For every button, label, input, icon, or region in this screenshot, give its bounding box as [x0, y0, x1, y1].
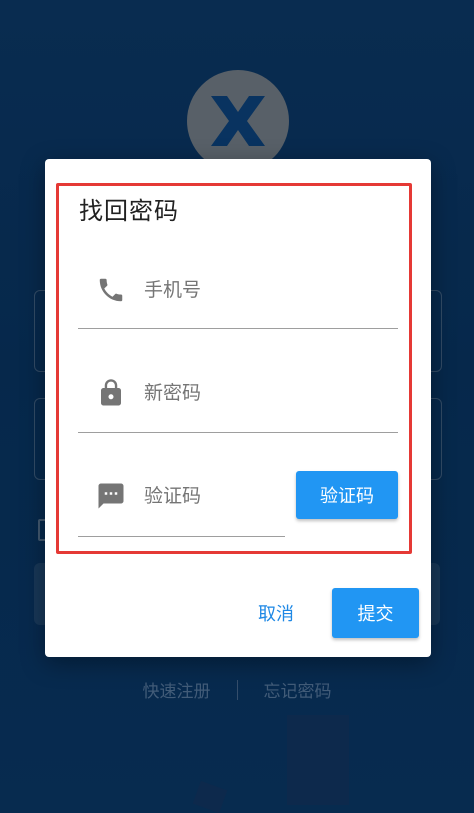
reset-password-dialog: 找回密码 手机号 新密码 验证码 验证码 取消 提交 — [45, 159, 431, 657]
code-placeholder: 验证码 — [144, 485, 202, 507]
phone-icon — [96, 275, 126, 305]
field-underline — [78, 536, 285, 537]
submit-button[interactable]: 提交 — [332, 588, 419, 638]
field-underline — [78, 328, 398, 329]
get-code-button[interactable]: 验证码 — [296, 471, 398, 519]
cancel-button[interactable]: 取消 — [251, 595, 301, 631]
new-password-field[interactable]: 新密码 — [78, 378, 398, 433]
verification-code-field[interactable]: 验证码 — [78, 481, 285, 537]
field-underline — [78, 432, 398, 433]
phone-field[interactable]: 手机号 — [78, 275, 398, 329]
message-icon — [96, 481, 126, 511]
new-password-placeholder: 新密码 — [144, 382, 202, 404]
phone-placeholder: 手机号 — [144, 279, 202, 301]
lock-icon — [96, 378, 126, 408]
dialog-title: 找回密码 — [79, 197, 179, 225]
